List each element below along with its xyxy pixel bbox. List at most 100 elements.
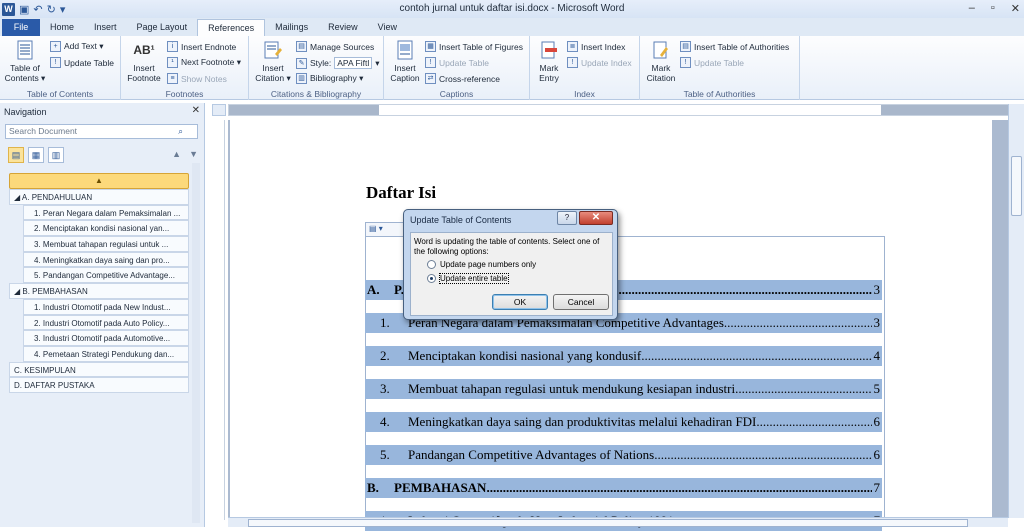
show-notes-button[interactable]: ≡ Show Notes (167, 73, 227, 84)
mark-citation-button[interactable]: Mark Citation (643, 39, 679, 83)
insert-endnote-button[interactable]: i Insert Endnote (167, 41, 236, 52)
radio-update-entire-table[interactable]: Update entire table (427, 273, 509, 284)
browse-results-icon[interactable]: ▥ (48, 147, 64, 163)
document-heading[interactable]: Daftar Isi (366, 183, 436, 203)
tab-view[interactable]: View (368, 19, 407, 36)
tab-mailings[interactable]: Mailings (265, 19, 318, 36)
insert-endnote-label: Insert Endnote (181, 41, 237, 52)
toc-entry-text: Menciptakan kondisi nasional yang kondus… (408, 346, 874, 366)
add-text-button[interactable]: + Add Text ▾ (50, 41, 104, 52)
navigation-close-icon[interactable]: ✕ (192, 105, 200, 116)
toa-update-table-button[interactable]: ! Update Table (680, 57, 744, 68)
minimize-icon[interactable]: – (969, 2, 975, 15)
manage-sources-button[interactable]: ▤ Manage Sources (296, 41, 374, 52)
toc-entry[interactable]: 4. Meningkatkan daya saing dan produktivi… (365, 412, 882, 432)
vertical-scrollbar[interactable] (1008, 104, 1024, 518)
insert-footnote-button[interactable]: AB¹ Insert Footnote (124, 39, 164, 83)
insert-table-of-figures-button[interactable]: ▦ Insert Table of Figures (425, 41, 523, 52)
insert-citation-button[interactable]: Insert Citation ▾ (252, 39, 294, 83)
quick-access-toolbar: W ▣ ↶ ↻ ▾ (0, 2, 66, 16)
radio-button[interactable] (427, 274, 436, 283)
search-icon[interactable]: ⌕ (178, 125, 183, 138)
top-of-document-item[interactable]: ▲ (9, 173, 189, 189)
redo-icon[interactable]: ↻ (47, 3, 56, 16)
captions-update-table-button[interactable]: ! Update Table (425, 57, 489, 68)
update-index-button[interactable]: ! Update Index (567, 57, 632, 68)
close-icon[interactable]: ✕ (1011, 2, 1020, 15)
cross-reference-button[interactable]: ⇄ Cross-reference (425, 73, 500, 84)
previous-heading-icon[interactable]: ▲ (172, 149, 181, 159)
mark-entry-button[interactable]: Mark Entry (533, 39, 565, 83)
toc-entry[interactable]: 3. Membuat tahapan regulasi untuk menduku… (365, 379, 882, 399)
tab-references[interactable]: References (197, 19, 266, 36)
next-footnote-button[interactable]: ¹ Next Footnote ▾ (167, 57, 241, 68)
customize-icon[interactable]: ▾ (60, 3, 66, 16)
ruler-toggle[interactable] (212, 104, 226, 116)
toc-entry[interactable]: B. PEMBAHASAN............................… (365, 478, 882, 498)
table-of-contents-button[interactable]: Table of Contents ▾ (4, 39, 46, 83)
insert-index-button[interactable]: ≣ Insert Index (567, 41, 625, 52)
horizontal-scroll-thumb[interactable] (248, 519, 968, 527)
search-input[interactable]: Search Document ⌕ (5, 124, 198, 139)
add-text-label: Add Text ▾ (64, 41, 104, 51)
toc-entry[interactable]: 5. Pandangan Competitive Advantages of Na… (365, 445, 882, 465)
chevron-down-icon[interactable]: ▾ (375, 58, 379, 69)
radio-button[interactable] (427, 260, 436, 269)
insert-citation-label-1: Insert (262, 63, 284, 73)
group-captions: Insert Caption ▦ Insert Table of Figures … (384, 36, 530, 100)
horizontal-ruler[interactable] (228, 104, 1008, 116)
help-icon[interactable]: ? (557, 211, 577, 225)
vertical-scroll-thumb[interactable] (1011, 156, 1022, 216)
insert-footnote-label-2: Footnote (127, 73, 161, 83)
navigation-heading-item[interactable]: 1. Peran Negara dalam Pemaksimalan ... (23, 204, 189, 221)
tab-home[interactable]: Home (40, 19, 84, 36)
navigation-heading-item[interactable]: C. KESIMPULAN (9, 361, 189, 378)
toc-content-control-handle[interactable]: ▤ ▾ (365, 222, 405, 236)
style-selector[interactable]: ✎ Style: APA Fiftl ▾ (296, 57, 380, 69)
save-icon[interactable]: ▣ (19, 3, 29, 16)
toc-entry-number: B. (367, 480, 379, 495)
tab-file[interactable]: File (2, 19, 40, 36)
heading-list: ▲ ◢ A. PENDAHULUAN 1. Peran Negara dalam … (9, 173, 189, 393)
next-heading-icon[interactable]: ▼ (189, 149, 198, 159)
navigation-heading-item[interactable]: 3. Industri Otomotif pada Automotive... (23, 330, 189, 346)
browse-pages-icon[interactable]: ▦ (28, 147, 44, 163)
undo-icon[interactable]: ↶ (33, 3, 42, 16)
navigation-heading-item[interactable]: D. DAFTAR PUSTAKA (9, 377, 189, 393)
tab-review[interactable]: Review (318, 19, 368, 36)
toa-update-table-label: Update Table (694, 57, 744, 68)
bibliography-button[interactable]: ▥ Bibliography ▾ (296, 73, 363, 84)
navigation-view-tabs: ▤ ▦ ▥ (8, 147, 64, 163)
update-table-button[interactable]: ! Update Table (50, 57, 114, 68)
group-label: Footnotes (165, 89, 204, 99)
style-dropdown[interactable]: APA Fiftl (334, 57, 373, 69)
navigation-heading-item[interactable]: 5. Pandangan Competitive Advantage... (23, 267, 189, 284)
vertical-ruler[interactable] (213, 120, 225, 520)
navigation-heading-item[interactable]: ◢ B. PEMBAHASAN (9, 283, 189, 299)
cancel-button[interactable]: Cancel (553, 294, 609, 310)
navigation-heading-item[interactable]: 1. Industri Otomotif pada New Indust... (23, 298, 189, 315)
word-logo-icon[interactable]: W (2, 2, 15, 16)
tab-insert[interactable]: Insert (84, 19, 127, 36)
navigation-heading-item[interactable]: ◢ A. PENDAHULUAN (9, 189, 189, 205)
navigation-heading-item[interactable]: 2. Menciptakan kondisi nasional yan... (23, 220, 189, 237)
toc-entry[interactable]: 2. Menciptakan kondisi nasional yang kond… (365, 346, 882, 366)
browse-headings-icon[interactable]: ▤ (8, 147, 24, 163)
radio-update-page-numbers[interactable]: Update page numbers only (427, 260, 536, 269)
ok-button[interactable]: OK (492, 294, 548, 310)
toc-entry-number: 2. (380, 348, 390, 363)
navigation-scrollbar[interactable] (192, 163, 200, 523)
toc-entry-title: Membuat tahapan regulasi untuk mendukung… (408, 381, 736, 396)
navigation-heading-item[interactable]: 2. Industri Otomotif pada Auto Policy... (23, 314, 189, 331)
navigation-heading-item[interactable]: 4. Meningkatkan daya saing dan pro... (23, 251, 189, 268)
navigation-heading-item[interactable]: 3. Membuat tahapan regulasi untuk ... (23, 236, 189, 252)
maximize-icon[interactable]: ▫ (991, 2, 995, 15)
group-index: Mark Entry ≣ Insert Index ! Update Index I… (530, 36, 640, 100)
footnote-icon: AB¹ (133, 43, 155, 57)
insert-toa-button[interactable]: ▤ Insert Table of Authorities (680, 41, 789, 52)
tab-page-layout[interactable]: Page Layout (127, 19, 198, 36)
insert-caption-button[interactable]: Insert Caption (387, 39, 423, 83)
dialog-close-button[interactable]: ✕ (579, 211, 613, 225)
horizontal-scrollbar[interactable] (228, 517, 1008, 527)
navigation-heading-item[interactable]: 4. Pemetaan Strategi Pendukung dan... (23, 345, 189, 362)
